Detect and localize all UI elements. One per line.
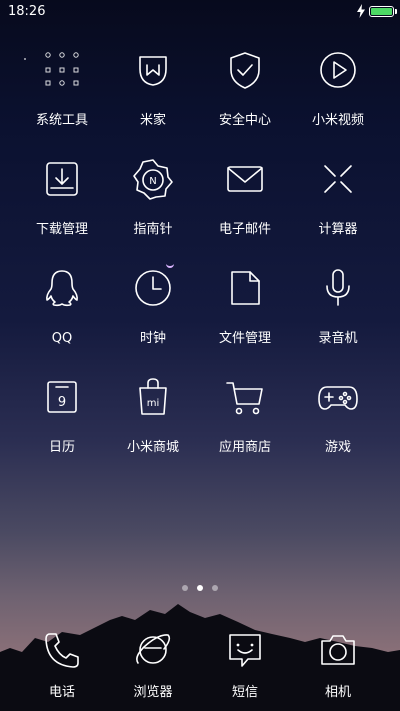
dock: 电话 浏览器 短信 相机 (0, 625, 400, 711)
app-label: 日历 (48, 440, 75, 455)
app-label: QQ (51, 331, 73, 346)
app-file-manager[interactable]: 文件管理 (200, 263, 290, 363)
app-label: 小米商城 (126, 440, 179, 455)
dock-phone[interactable]: 电话 (17, 625, 107, 711)
app-label: 安全中心 (218, 113, 271, 128)
app-mijia[interactable]: 米家 (108, 45, 198, 145)
app-label: 应用商店 (218, 440, 271, 455)
gamepad-icon (318, 386, 358, 410)
qq-icon (46, 270, 78, 307)
app-label: 录音机 (318, 331, 358, 346)
browser-icon (136, 634, 171, 664)
app-label: 时钟 (139, 331, 166, 346)
dock-browser[interactable]: 浏览器 (108, 625, 198, 711)
compass-icon: N (133, 159, 173, 200)
app-label: 米家 (139, 113, 166, 128)
app-download-manager[interactable]: 下载管理 (17, 154, 107, 254)
shield-check-icon (230, 52, 260, 89)
app-email[interactable]: 电子邮件 (200, 154, 290, 254)
dock-label: 浏览器 (133, 685, 173, 700)
shopping-bag-icon: mi (139, 378, 167, 415)
cart-icon (226, 382, 263, 415)
mail-icon (227, 166, 263, 192)
app-qq[interactable]: QQ (17, 263, 107, 363)
app-label: 系统工具 (35, 113, 88, 128)
app-label: 电子邮件 (218, 222, 271, 237)
app-games[interactable]: 游戏 (293, 372, 383, 472)
app-label: 计算器 (318, 222, 358, 237)
folder-icon (45, 52, 79, 86)
mi-logo: mi (147, 398, 160, 409)
battery-icon (369, 6, 394, 17)
dock-label: 相机 (324, 685, 351, 700)
play-icon (320, 52, 356, 88)
app-calendar[interactable]: 9 日历 (17, 372, 107, 472)
dock-label: 短信 (231, 685, 258, 700)
message-icon (229, 634, 261, 667)
app-clock[interactable]: 时钟 (108, 263, 198, 363)
charging-icon (357, 4, 365, 18)
app-label: 小米视频 (311, 113, 364, 128)
app-label: 游戏 (324, 440, 351, 455)
app-recorder[interactable]: 录音机 (293, 263, 383, 363)
app-compass[interactable]: N 指南针 (108, 154, 198, 254)
app-label: 文件管理 (218, 331, 271, 346)
download-icon (46, 162, 78, 196)
dock-messages[interactable]: 短信 (200, 625, 290, 711)
clock-icon (135, 270, 171, 306)
phone-icon (45, 633, 79, 668)
status-bar: 18:26 (0, 0, 400, 24)
calculator-icon (324, 165, 352, 193)
dock-camera[interactable]: 相机 (293, 625, 383, 711)
app-app-store[interactable]: 应用商店 (200, 372, 290, 472)
camera-icon (321, 635, 355, 665)
calendar-day: 9 (58, 395, 66, 410)
status-time: 18:26 (8, 4, 46, 19)
mijia-icon (139, 56, 167, 86)
file-icon (231, 271, 260, 305)
microphone-icon (326, 269, 350, 306)
app-label: 指南针 (133, 222, 173, 237)
app-label: 下载管理 (35, 222, 88, 237)
app-mi-store[interactable]: mi 小米商城 (108, 372, 198, 472)
app-security-center[interactable]: 安全中心 (200, 45, 290, 145)
calendar-icon: 9 (47, 381, 77, 413)
compass-letter: N (149, 176, 156, 187)
app-mi-video[interactable]: 小米视频 (293, 45, 383, 145)
app-system-tools[interactable]: 系统工具 (17, 45, 107, 145)
dock-label: 电话 (48, 685, 75, 700)
app-calculator[interactable]: 计算器 (293, 154, 383, 254)
